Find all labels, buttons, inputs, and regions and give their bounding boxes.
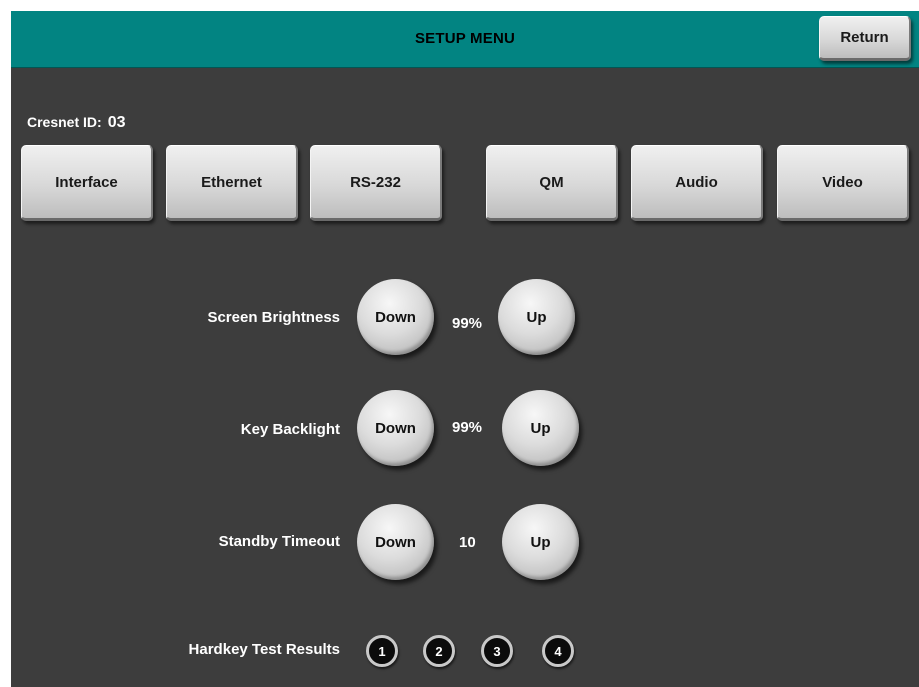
tab-interface[interactable]: Interface <box>21 145 153 221</box>
standby-timeout-up-button[interactable]: Up <box>502 504 579 580</box>
hardkey-indicator-1: 1 <box>366 635 398 667</box>
cresnet-id-label: Cresnet ID: <box>27 114 102 130</box>
key-backlight-value: 99% <box>452 419 483 436</box>
hardkey-test-results-label: Hardkey Test Results <box>188 641 340 658</box>
screen-brightness-up-button[interactable]: Up <box>498 279 575 355</box>
hardkey-indicator-3: 3 <box>481 635 513 667</box>
key-backlight-up-button[interactable]: Up <box>502 390 579 466</box>
title-bar: SETUP MENU Return <box>11 11 919 68</box>
screen-brightness-value: 99% <box>452 315 483 332</box>
screen-brightness-down-button[interactable]: Down <box>357 279 434 355</box>
page-title: SETUP MENU <box>414 30 516 47</box>
tab-qm[interactable]: QM <box>486 145 618 221</box>
key-backlight-label: Key Backlight <box>240 421 340 438</box>
cresnet-id-value: 03 <box>107 114 126 131</box>
standby-timeout-down-button[interactable]: Down <box>357 504 434 580</box>
standby-timeout-value: 10 <box>459 534 476 551</box>
standby-timeout-label: Standby Timeout <box>218 533 340 550</box>
tab-rs-232[interactable]: RS-232 <box>310 145 442 221</box>
hardkey-indicator-2: 2 <box>423 635 455 667</box>
setup-screen: SETUP MENU Return Cresnet ID: 03 Interfac… <box>11 11 919 687</box>
tab-video[interactable]: Video <box>777 145 909 221</box>
tab-audio[interactable]: Audio <box>631 145 763 221</box>
cresnet-id-display: Cresnet ID: 03 <box>27 114 125 132</box>
hardkey-indicator-4: 4 <box>542 635 574 667</box>
screen-brightness-label: Screen Brightness <box>207 309 340 326</box>
return-button[interactable]: Return <box>819 16 911 61</box>
key-backlight-down-button[interactable]: Down <box>357 390 434 466</box>
tab-ethernet[interactable]: Ethernet <box>166 145 298 221</box>
